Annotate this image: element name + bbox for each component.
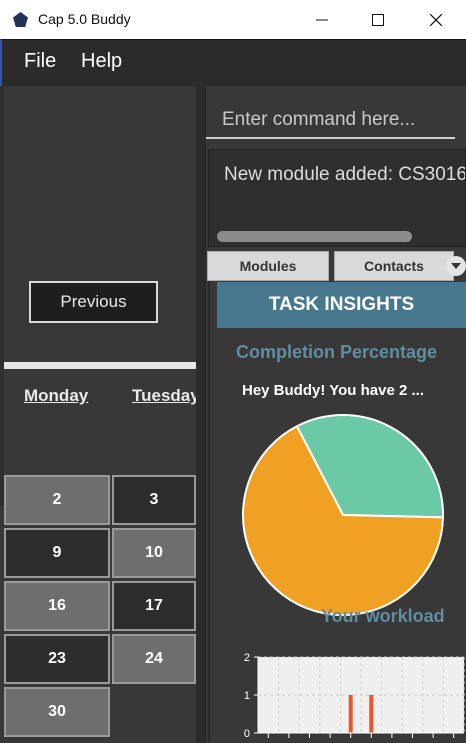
tab-overflow-button[interactable] bbox=[446, 256, 466, 276]
day-header-tuesday: Tuesday bbox=[132, 386, 200, 405]
calendar-day-cell[interactable]: 16 bbox=[4, 581, 110, 631]
menu-file[interactable]: File bbox=[24, 50, 56, 73]
menu-help[interactable]: Help bbox=[81, 50, 122, 73]
previous-button[interactable]: Previous bbox=[29, 281, 158, 323]
workload-bar bbox=[369, 695, 374, 733]
greeting-text: Hey Buddy! You have 2 ... bbox=[242, 382, 424, 399]
result-display: New module added: CS3016 bbox=[208, 149, 466, 247]
y-tick-label: 2 bbox=[244, 652, 250, 664]
maximize-button[interactable] bbox=[352, 0, 404, 39]
chevron-down-icon bbox=[451, 263, 461, 269]
command-input[interactable] bbox=[206, 86, 455, 139]
y-tick-label: 1 bbox=[244, 690, 250, 702]
calendar-day-cell[interactable]: 9 bbox=[4, 528, 110, 578]
calendar-day-cell[interactable]: 10 bbox=[112, 528, 196, 578]
title-bar: Cap 5.0 Buddy bbox=[0, 0, 466, 39]
calendar-day-cell[interactable]: 17 bbox=[112, 581, 196, 631]
window-title: Cap 5.0 Buddy bbox=[38, 11, 131, 27]
tab-modules[interactable]: Modules bbox=[207, 251, 329, 281]
maximize-icon bbox=[372, 13, 384, 26]
menu-bar: File Help bbox=[0, 39, 466, 86]
y-tick-label: 0 bbox=[244, 728, 250, 740]
result-text: New module added: CS3016 bbox=[224, 164, 466, 185]
calendar-day-cell[interactable]: 3 bbox=[112, 475, 196, 525]
minimize-button[interactable] bbox=[296, 0, 348, 39]
command-box bbox=[206, 86, 466, 141]
workload-label: Your workload bbox=[321, 606, 445, 626]
pane-splitter[interactable] bbox=[196, 86, 206, 743]
panel-edge bbox=[0, 86, 4, 506]
right-panel: New module added: CS3016 Modules Contact… bbox=[206, 86, 466, 743]
calendar-day-cell[interactable]: 24 bbox=[112, 634, 196, 684]
app-icon bbox=[13, 12, 28, 27]
task-insights-header: TASK INSIGHTS bbox=[217, 282, 466, 328]
workload-bar bbox=[348, 695, 353, 733]
close-icon bbox=[430, 13, 442, 26]
calendar-day-cell[interactable]: 2 bbox=[4, 475, 110, 525]
result-scrollbar[interactable] bbox=[217, 231, 412, 242]
calendar-divider bbox=[4, 362, 196, 369]
minimize-icon bbox=[316, 19, 328, 20]
close-button[interactable] bbox=[410, 0, 462, 39]
calendar-day-cell[interactable]: 30 bbox=[4, 687, 110, 737]
completion-pie-chart bbox=[242, 414, 444, 616]
day-header-monday: Monday bbox=[24, 386, 89, 405]
workload-bar-chart: 0 1 2 bbox=[244, 652, 465, 740]
calendar-day-cell[interactable]: 23 bbox=[4, 634, 110, 684]
tab-contacts[interactable]: Contacts bbox=[334, 251, 454, 281]
completion-label: Completion Percentage bbox=[236, 342, 438, 362]
